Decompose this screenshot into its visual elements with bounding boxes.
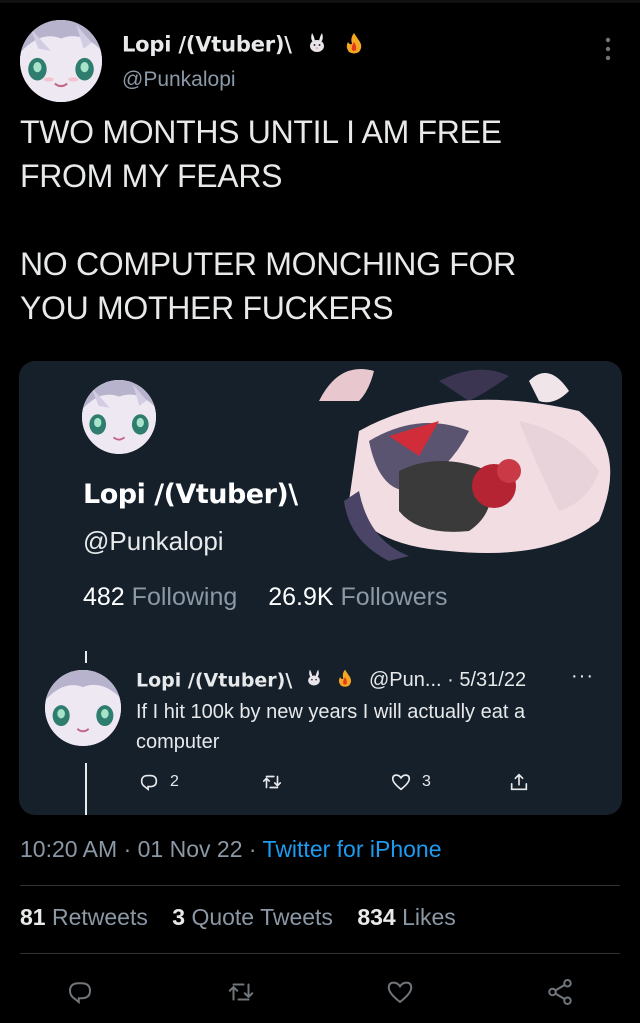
author-name-text: Lopi /(Vtuber)\ [122, 32, 292, 57]
retweet-icon [262, 775, 282, 789]
reply-actions: 2 3 [136, 770, 606, 798]
fire-emoji [342, 31, 366, 60]
author-avatar[interactable] [20, 20, 102, 102]
card-avatar[interactable] [82, 380, 156, 454]
reply-text: If I hit 100k by new years I will actual… [136, 701, 526, 753]
reply-share-button[interactable] [508, 770, 540, 794]
reply-reply-button[interactable]: 2 [138, 770, 179, 794]
following-label: Following [131, 583, 238, 611]
banner-artwork [319, 369, 611, 561]
author-handle[interactable]: @Punkalopi [122, 68, 236, 92]
reply-icon [140, 774, 158, 792]
retweet-icon[interactable] [226, 977, 256, 1007]
thread-line-bottom [85, 763, 87, 815]
tweet-text: TWO MONTHS UNTIL I AM FREE FROM MY FEARS… [20, 114, 516, 326]
meta-separator: · [123, 836, 132, 862]
tweet-date: 01 Nov 22 [137, 836, 243, 862]
thread-line-top [85, 651, 87, 663]
author-name[interactable]: Lopi /(Vtuber)\ [122, 31, 366, 60]
tweet-source-link[interactable]: Twitter for iPhone [263, 836, 442, 862]
card-name[interactable]: Lopi /(Vtuber)\ [83, 479, 298, 510]
rabbit-emoji [304, 668, 324, 694]
card-stats: 482 Following 26.9K Followers [83, 583, 472, 612]
reply-reply-count: 2 [170, 773, 179, 790]
likes-count: 834 [357, 904, 396, 930]
more-vertical-icon[interactable] [598, 34, 618, 64]
reply-author-name[interactable]: Lopi /(Vtuber)\ [136, 669, 292, 691]
tweet-time: 10:20 AM [20, 836, 118, 862]
likes-stat[interactable]: 834 Likes [357, 904, 455, 930]
reply-retweet-button[interactable] [261, 770, 293, 794]
followers-label: Followers [340, 583, 448, 611]
divider [20, 953, 620, 954]
card-handle[interactable]: @Punkalopi [83, 526, 224, 557]
quotes-stat[interactable]: 3 Quote Tweets [172, 904, 333, 930]
following-count: 482 [83, 583, 125, 611]
like-icon[interactable] [385, 977, 415, 1007]
retweets-label: Retweets [51, 904, 148, 930]
reply-avatar[interactable] [45, 670, 121, 746]
quotes-count: 3 [172, 904, 186, 930]
share-icon[interactable] [545, 977, 575, 1007]
share-icon [510, 773, 528, 791]
following-stat[interactable]: 482 Following [83, 583, 237, 611]
meta-separator: · [248, 836, 257, 862]
reply-meta[interactable]: @Pun... · 5/31/22 [369, 669, 526, 691]
reply-like-count: 3 [422, 773, 431, 790]
profile-card[interactable]: Lopi /(Vtuber)\ @Punkalopi 482 Following… [19, 361, 622, 815]
retweets-stat[interactable]: 81 Retweets [20, 904, 148, 930]
divider [20, 885, 620, 886]
reply-more-button[interactable]: ··· [571, 665, 594, 688]
followers-count: 26.9K [268, 583, 334, 611]
retweets-count: 81 [20, 904, 46, 930]
tweet-meta: 10:20 AM · 01 Nov 22 · Twitter for iPhon… [20, 836, 442, 863]
engagement-counts: 81 Retweets 3 Quote Tweets 834 Likes [20, 904, 474, 931]
followers-stat[interactable]: 26.9K Followers [268, 583, 447, 611]
like-icon [391, 774, 411, 791]
rabbit-emoji [305, 31, 329, 60]
quotes-label: Quote Tweets [191, 904, 333, 930]
reply-icon[interactable] [65, 977, 95, 1007]
reply-header: Lopi /(Vtuber)\ @Pun... · 5/31/22 [136, 668, 526, 694]
reply-like-button[interactable]: 3 [390, 770, 431, 794]
top-edge [0, 0, 640, 3]
fire-emoji [335, 668, 355, 694]
likes-label: Likes [402, 904, 456, 930]
